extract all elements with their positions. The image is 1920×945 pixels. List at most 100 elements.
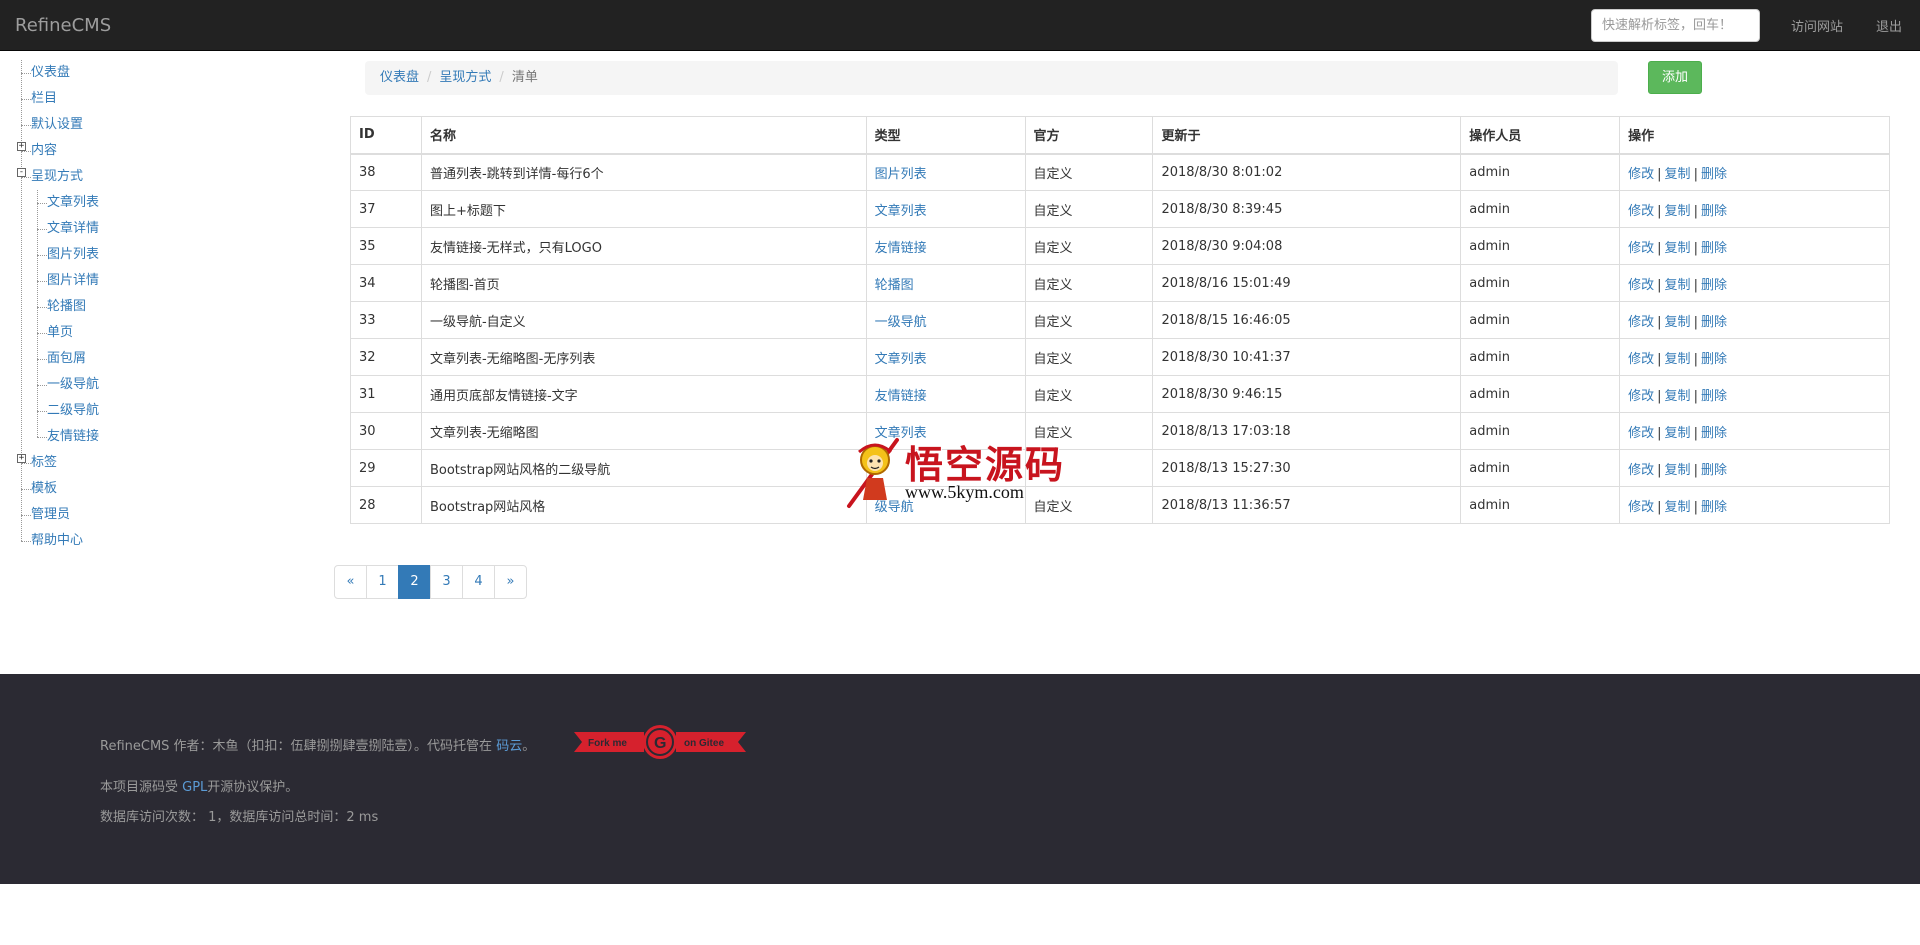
- sidebar-item[interactable]: 文章详情: [16, 216, 316, 242]
- delete-link[interactable]: 删除: [1701, 315, 1727, 330]
- edit-link[interactable]: 修改: [1628, 500, 1654, 515]
- edit-link[interactable]: 修改: [1628, 352, 1654, 367]
- copy-link[interactable]: 复制: [1665, 278, 1691, 293]
- sidebar-item-label[interactable]: 模板: [31, 476, 57, 502]
- brand-logo[interactable]: RefineCMS: [15, 15, 111, 36]
- breadcrumb-dashboard[interactable]: 仪表盘: [380, 70, 419, 85]
- edit-link[interactable]: 修改: [1628, 167, 1654, 182]
- copy-link[interactable]: 复制: [1665, 426, 1691, 441]
- cell-type-link[interactable]: 一级导航: [875, 315, 927, 330]
- sidebar-item[interactable]: 友情链接: [16, 424, 316, 450]
- sidebar-item[interactable]: 图片详情: [16, 268, 316, 294]
- cell-type-link[interactable]: 图片列表: [875, 167, 927, 182]
- sidebar-item-label[interactable]: 文章详情: [47, 216, 99, 242]
- edit-link[interactable]: 修改: [1628, 278, 1654, 293]
- tag-search-input[interactable]: [1591, 9, 1760, 42]
- pagination-page[interactable]: 4: [462, 565, 495, 599]
- cell-type-link[interactable]: 友情链接: [875, 389, 927, 404]
- sidebar-item[interactable]: 面包屑: [16, 346, 316, 372]
- copy-link[interactable]: 复制: [1665, 352, 1691, 367]
- copy-link[interactable]: 复制: [1665, 204, 1691, 219]
- cell-type-link[interactable]: 文章列表: [875, 204, 927, 219]
- fork-me-on-gitee-ribbon[interactable]: Fork me G on Gitee: [574, 724, 746, 760]
- col-header-official[interactable]: 官方: [1024, 116, 1154, 155]
- sidebar-item-label[interactable]: 面包屑: [47, 346, 86, 372]
- sidebar-item[interactable]: 模板: [16, 476, 316, 502]
- col-header-updated[interactable]: 更新于: [1152, 116, 1462, 155]
- col-header-type[interactable]: 类型: [865, 116, 1026, 155]
- copy-link[interactable]: 复制: [1665, 167, 1691, 182]
- edit-link[interactable]: 修改: [1628, 315, 1654, 330]
- edit-link[interactable]: 修改: [1628, 463, 1654, 478]
- sidebar-item-label[interactable]: 标签: [31, 450, 57, 476]
- delete-link[interactable]: 删除: [1701, 389, 1727, 404]
- sidebar-item[interactable]: 帮助中心: [16, 528, 316, 554]
- sidebar-item[interactable]: 单页: [16, 320, 316, 346]
- col-header-name[interactable]: 名称: [420, 116, 867, 155]
- sidebar-item-label[interactable]: 图片列表: [47, 242, 99, 268]
- sidebar-item-label[interactable]: 轮播图: [47, 294, 86, 320]
- sidebar-item[interactable]: + 内容: [16, 138, 316, 164]
- sidebar-item-label[interactable]: 仪表盘: [31, 60, 70, 86]
- sidebar-item[interactable]: 文章列表: [16, 190, 316, 216]
- sidebar-item[interactable]: 一级导航: [16, 372, 316, 398]
- delete-link[interactable]: 删除: [1701, 426, 1727, 441]
- sidebar-item-label[interactable]: 友情链接: [47, 424, 99, 450]
- sidebar-item-label[interactable]: 默认设置: [31, 112, 83, 138]
- copy-link[interactable]: 复制: [1665, 389, 1691, 404]
- copy-link[interactable]: 复制: [1665, 463, 1691, 478]
- cell-type-link[interactable]: 友情链接: [875, 241, 927, 256]
- sidebar-item-label[interactable]: 一级导航: [47, 372, 99, 398]
- delete-link[interactable]: 删除: [1701, 352, 1727, 367]
- collapse-icon[interactable]: -: [17, 168, 26, 177]
- sidebar-item-label[interactable]: 文章列表: [47, 190, 99, 216]
- cell-type-link[interactable]: 轮播图: [875, 278, 914, 293]
- delete-link[interactable]: 删除: [1701, 167, 1727, 182]
- delete-link[interactable]: 删除: [1701, 463, 1727, 478]
- sidebar-item[interactable]: 图片列表: [16, 242, 316, 268]
- sidebar-item[interactable]: 默认设置: [16, 112, 316, 138]
- sidebar-item-label[interactable]: 内容: [31, 138, 57, 164]
- gitee-link[interactable]: 码云: [496, 739, 522, 754]
- pagination-next[interactable]: »: [494, 565, 527, 599]
- expand-icon[interactable]: +: [17, 142, 26, 151]
- expand-icon[interactable]: +: [17, 454, 26, 463]
- logout-link[interactable]: 退出: [1876, 16, 1902, 35]
- add-button[interactable]: 添加: [1648, 61, 1702, 94]
- sidebar-item-label[interactable]: 栏目: [31, 86, 57, 112]
- sidebar-item[interactable]: 仪表盘: [16, 60, 316, 86]
- visit-site-link[interactable]: 访问网站: [1791, 16, 1843, 35]
- copy-link[interactable]: 复制: [1665, 500, 1691, 515]
- pagination-page[interactable]: 3: [430, 565, 463, 599]
- gpl-link[interactable]: GPL: [182, 780, 207, 795]
- cell-type-link[interactable]: 文章列表: [875, 352, 927, 367]
- sidebar-item-label[interactable]: 帮助中心: [31, 528, 83, 554]
- sidebar-item[interactable]: 栏目: [16, 86, 316, 112]
- sidebar-item[interactable]: - 呈现方式: [16, 164, 316, 190]
- sidebar-item[interactable]: 二级导航: [16, 398, 316, 424]
- delete-link[interactable]: 删除: [1701, 204, 1727, 219]
- sidebar-item-label[interactable]: 呈现方式: [31, 164, 83, 190]
- sidebar-item[interactable]: 管理员: [16, 502, 316, 528]
- pagination-prev[interactable]: «: [334, 565, 367, 599]
- delete-link[interactable]: 删除: [1701, 278, 1727, 293]
- pagination-page[interactable]: 2: [398, 565, 431, 599]
- delete-link[interactable]: 删除: [1701, 241, 1727, 256]
- sidebar-item-label[interactable]: 单页: [47, 320, 73, 346]
- sidebar-item[interactable]: 轮播图: [16, 294, 316, 320]
- edit-link[interactable]: 修改: [1628, 241, 1654, 256]
- delete-link[interactable]: 删除: [1701, 500, 1727, 515]
- col-header-id[interactable]: ID: [350, 116, 422, 155]
- sidebar-item-label[interactable]: 二级导航: [47, 398, 99, 424]
- sidebar-item-label[interactable]: 管理员: [31, 502, 70, 528]
- edit-link[interactable]: 修改: [1628, 204, 1654, 219]
- edit-link[interactable]: 修改: [1628, 389, 1654, 404]
- sidebar-item-label[interactable]: 图片详情: [47, 268, 99, 294]
- edit-link[interactable]: 修改: [1628, 426, 1654, 441]
- copy-link[interactable]: 复制: [1665, 315, 1691, 330]
- col-header-operator[interactable]: 操作人员: [1460, 116, 1621, 155]
- pagination-page[interactable]: 1: [366, 565, 399, 599]
- breadcrumb-presentation[interactable]: 呈现方式: [439, 70, 491, 85]
- copy-link[interactable]: 复制: [1665, 241, 1691, 256]
- sidebar-item[interactable]: + 标签: [16, 450, 316, 476]
